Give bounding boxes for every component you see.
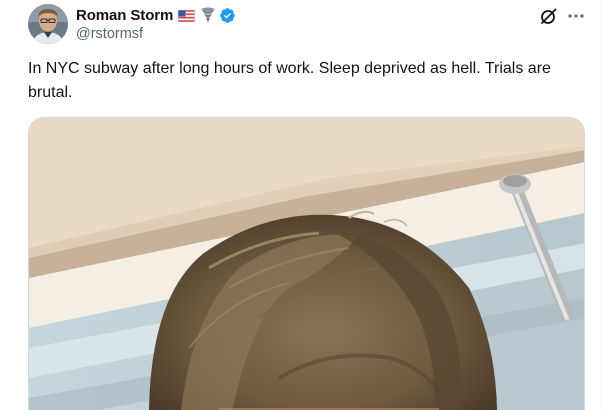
author-display-name[interactable]: Roman Storm — [76, 7, 173, 24]
tweet-card[interactable]: Roman Storm @rstormsf In NYC subway afte… — [0, 0, 615, 410]
more-dots-icon[interactable] — [566, 6, 586, 26]
tweet-header: Roman Storm @rstormsf — [76, 5, 236, 45]
author-handle[interactable]: @rstormsf — [76, 26, 236, 42]
column-divider — [601, 0, 602, 410]
tweet-photo[interactable] — [28, 117, 585, 410]
tweet-text: In NYC subway after long hours of work. … — [28, 60, 551, 101]
avatar[interactable] — [28, 4, 68, 44]
slashed-circle-icon[interactable] — [539, 6, 559, 26]
us-flag-icon — [178, 9, 196, 23]
verified-badge-icon[interactable] — [219, 7, 236, 24]
author-name-row: Roman Storm — [76, 5, 236, 25]
tornado-icon — [201, 7, 215, 23]
